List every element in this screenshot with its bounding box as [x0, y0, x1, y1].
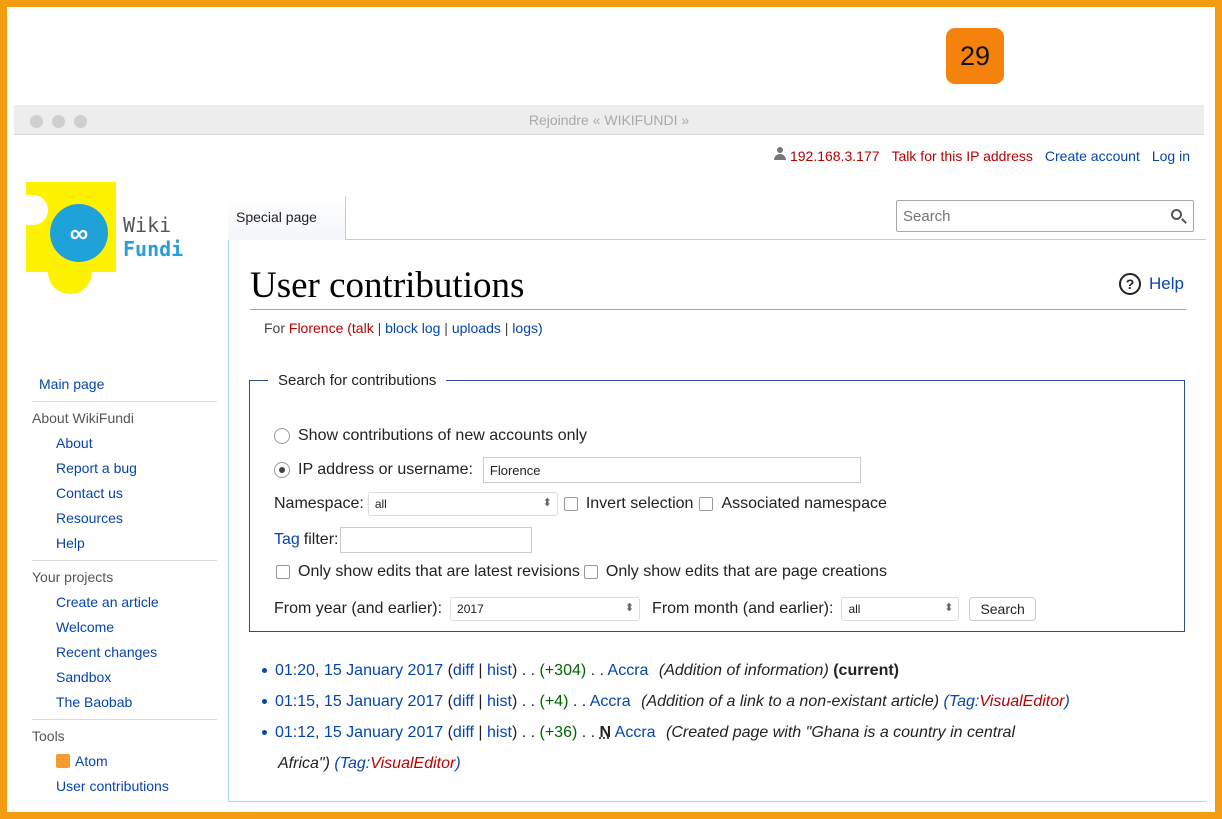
- logo-link-icon: ∞: [50, 204, 108, 262]
- block-log-link[interactable]: block log: [385, 320, 440, 336]
- hist-link[interactable]: hist: [487, 724, 512, 741]
- diff-link[interactable]: diff: [453, 693, 474, 710]
- sidebar-item-resources[interactable]: Resources: [32, 506, 217, 531]
- tag-link[interactable]: Tag: [274, 531, 300, 549]
- form-legend: Search for contributions: [278, 372, 437, 389]
- login-link[interactable]: Log in: [1152, 148, 1190, 164]
- user-talk-link[interactable]: talk: [352, 320, 374, 336]
- page-title: User contributions: [250, 265, 525, 306]
- contributions-search-form: Search for contributions Show contributi…: [249, 372, 1185, 632]
- sidebar-heading-projects: Your projects: [32, 560, 217, 590]
- logo-text-wiki: Wiki: [123, 213, 172, 237]
- title-divider: [250, 309, 1186, 310]
- edit-summary-continued: Africa"): [278, 755, 330, 772]
- date-row: From year (and earlier): 2017 From month…: [274, 597, 1036, 621]
- list-item: 01:20, 15 January 2017 (diff | hist) . .…: [262, 655, 1070, 686]
- tag-prefix: (Tag:: [943, 693, 980, 710]
- tag-filter-row: Tag filter:: [274, 527, 533, 553]
- help-link[interactable]: ? Help: [1119, 273, 1184, 295]
- help-icon: ?: [1119, 273, 1142, 295]
- page-creations-checkbox[interactable]: [583, 565, 598, 579]
- option-new-accounts[interactable]: Show contributions of new accounts only: [274, 427, 587, 445]
- current-marker: (current): [833, 662, 899, 679]
- sidebar: Main page About WikiFundi About Report a…: [32, 372, 217, 799]
- sidebar-heading-about: About WikiFundi: [32, 401, 217, 431]
- bullet-icon: [262, 699, 267, 705]
- bullet-icon: [262, 730, 267, 736]
- size-change: (+36): [539, 724, 578, 741]
- tag-filter-input[interactable]: [340, 527, 533, 553]
- edit-summary: (Addition of a link to a non-existant ar…: [641, 693, 940, 710]
- page-link[interactable]: Accra: [615, 724, 656, 741]
- page-link[interactable]: Accra: [590, 693, 631, 710]
- edit-summary: (Created page with "Ghana is a country i…: [666, 724, 1015, 741]
- hist-link[interactable]: hist: [487, 662, 512, 679]
- list-item-continuation: Africa") (Tag:VisualEditor): [278, 755, 461, 772]
- sidebar-item-about[interactable]: About: [32, 431, 217, 456]
- revision-time-link[interactable]: 01:15, 15 January 2017: [275, 693, 443, 710]
- sidebar-item-welcome[interactable]: Welcome: [32, 615, 217, 640]
- diff-link[interactable]: diff: [453, 662, 474, 679]
- contributions-subtitle: For Florence (talk | block log | uploads…: [264, 320, 543, 336]
- username-input[interactable]: Florence: [482, 457, 861, 483]
- ip-username-radio[interactable]: [274, 462, 290, 478]
- sidebar-item-sandbox[interactable]: Sandbox: [32, 665, 217, 690]
- ip-address[interactable]: 192.168.3.177: [773, 147, 880, 164]
- personal-tools: 192.168.3.177 Talk for this IP address C…: [773, 147, 1190, 164]
- search-icon[interactable]: [1171, 209, 1182, 220]
- size-change: (+304): [539, 662, 587, 679]
- revision-time-link[interactable]: 01:12, 15 January 2017: [275, 724, 443, 741]
- talk-ip-link[interactable]: Talk for this IP address: [892, 148, 1033, 164]
- sidebar-item-atom[interactable]: Atom: [32, 749, 217, 774]
- contributions-list: 01:20, 15 January 2017 (diff | hist) . .…: [262, 655, 1070, 779]
- diff-link[interactable]: diff: [453, 724, 474, 741]
- sidebar-item-help[interactable]: Help: [32, 531, 217, 556]
- search-button[interactable]: Search: [969, 597, 1036, 621]
- bullet-icon: [262, 668, 267, 674]
- list-item: 01:15, 15 January 2017 (diff | hist) . .…: [262, 686, 1070, 717]
- revision-options-row: Only show edits that are latest revision…: [270, 563, 887, 581]
- sidebar-item-contact[interactable]: Contact us: [32, 481, 217, 506]
- namespace-select[interactable]: all: [367, 492, 558, 516]
- new-page-flag: N: [599, 724, 612, 741]
- logo-text-fundi: Fundi: [123, 237, 184, 261]
- tag-prefix: (Tag:: [334, 755, 371, 772]
- associated-namespace-checkbox[interactable]: [699, 497, 714, 511]
- logs-link[interactable]: logs: [512, 320, 538, 336]
- page-link[interactable]: Accra: [608, 662, 649, 679]
- tag-visualeditor-link[interactable]: VisualEditor: [370, 755, 455, 772]
- search-input[interactable]: [897, 201, 1157, 231]
- edit-summary: (Addition of information): [658, 662, 829, 679]
- window-titlebar: Rejoindre « WIKIFUNDI »: [14, 105, 1204, 135]
- window-title: Rejoindre « WIKIFUNDI »: [528, 112, 690, 128]
- tab-special-page[interactable]: Special page: [228, 196, 346, 240]
- sidebar-item-recent-changes[interactable]: Recent changes: [32, 640, 217, 665]
- sidebar-heading-tools: Tools: [32, 719, 217, 749]
- sidebar-item-main-page[interactable]: Main page: [32, 372, 217, 397]
- sidebar-item-create-article[interactable]: Create an article: [32, 590, 217, 615]
- option-ip-username: IP address or username: Florence: [274, 457, 861, 483]
- search-box: [896, 200, 1194, 232]
- latest-revisions-checkbox[interactable]: [276, 565, 290, 579]
- sidebar-item-user-contributions[interactable]: User contributions: [32, 774, 217, 799]
- year-stepper[interactable]: 2017: [450, 597, 641, 621]
- uploads-link[interactable]: uploads: [452, 320, 501, 336]
- tag-visualeditor-link[interactable]: VisualEditor: [979, 693, 1064, 710]
- user-link[interactable]: Florence: [289, 320, 343, 336]
- size-change: (+4): [539, 693, 569, 710]
- namespace-row: Namespace: all Invert selection Associat…: [274, 492, 887, 516]
- page-number-badge: 29: [946, 28, 1004, 84]
- create-account-link[interactable]: Create account: [1045, 148, 1140, 164]
- hist-link[interactable]: hist: [487, 693, 512, 710]
- new-accounts-radio[interactable]: [274, 428, 290, 444]
- sidebar-item-baobab[interactable]: The Baobab: [32, 690, 217, 715]
- rss-feed-icon: [56, 754, 70, 768]
- revision-time-link[interactable]: 01:20, 15 January 2017: [275, 662, 443, 679]
- sidebar-item-report-bug[interactable]: Report a bug: [32, 456, 217, 481]
- list-item: 01:12, 15 January 2017 (diff | hist) . .…: [262, 717, 1070, 748]
- month-select[interactable]: all: [841, 597, 960, 621]
- invert-selection-checkbox[interactable]: [563, 497, 578, 511]
- user-icon: [773, 147, 787, 161]
